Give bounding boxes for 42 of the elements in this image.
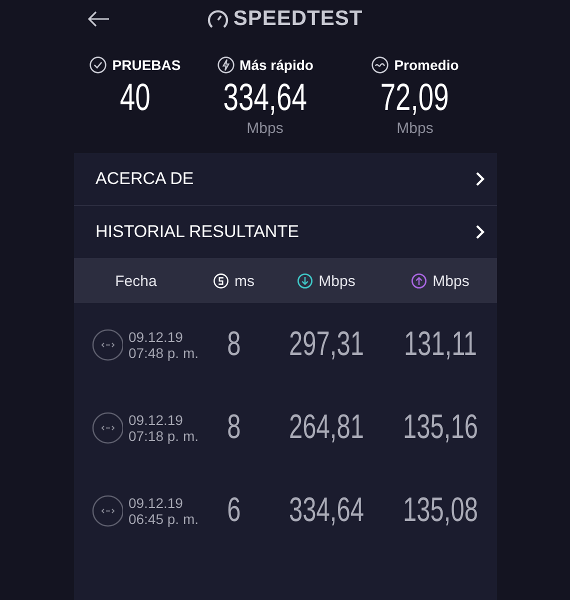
- test-time: 07:18 p. m.: [128, 428, 198, 444]
- column-header: Mbps: [318, 272, 356, 290]
- connection-icon: [92, 328, 124, 360]
- column-header: Mbps: [432, 272, 470, 290]
- upload-value: 131,11: [402, 325, 478, 364]
- gauge-icon: [207, 9, 230, 29]
- stat-unit: Mbps: [246, 120, 284, 137]
- test-date: 09.12.19: [128, 328, 184, 344]
- stat-unit: Mbps: [396, 120, 434, 137]
- check-circle-icon: [89, 56, 108, 74]
- download-value: 297,31: [288, 325, 364, 364]
- ping-value: 6: [226, 491, 242, 530]
- test-date: 09.12.19: [128, 412, 184, 428]
- chevron-right-icon: [474, 171, 484, 187]
- stat-label: Más rápido: [240, 57, 314, 73]
- stat-value: 40: [120, 76, 150, 120]
- logo-text: SPEEDTEST: [233, 7, 363, 31]
- download-value: 334,64: [288, 491, 364, 530]
- ping-value: 8: [226, 408, 242, 447]
- upload-icon: [410, 273, 427, 289]
- connection-icon: [92, 494, 124, 526]
- upload-value: 135,08: [402, 491, 478, 530]
- download-icon: [296, 273, 313, 289]
- stat-label: PRUEBAS: [112, 57, 181, 73]
- test-date: 09.12.19: [128, 494, 184, 510]
- lightning-icon: [216, 56, 235, 74]
- connection-icon: [92, 412, 124, 444]
- test-time: 06:45 p. m.: [128, 510, 198, 526]
- upload-value: 135,16: [402, 408, 478, 447]
- stat-value: 72,09: [380, 76, 450, 120]
- column-header: ms: [234, 272, 254, 290]
- back-arrow-icon[interactable]: [88, 11, 110, 27]
- stat-label: Promedio: [394, 57, 459, 73]
- ping-icon: [212, 273, 228, 289]
- test-time: 07:48 p. m.: [128, 344, 198, 360]
- stat-value: 334,64: [223, 76, 307, 120]
- wave-circle-icon: [371, 56, 390, 74]
- menu-item[interactable]: ACERCA DE: [74, 153, 496, 206]
- column-header: Fecha: [115, 272, 157, 290]
- ping-value: 8: [226, 325, 242, 364]
- download-value: 264,81: [288, 408, 364, 447]
- chevron-right-icon: [474, 224, 484, 240]
